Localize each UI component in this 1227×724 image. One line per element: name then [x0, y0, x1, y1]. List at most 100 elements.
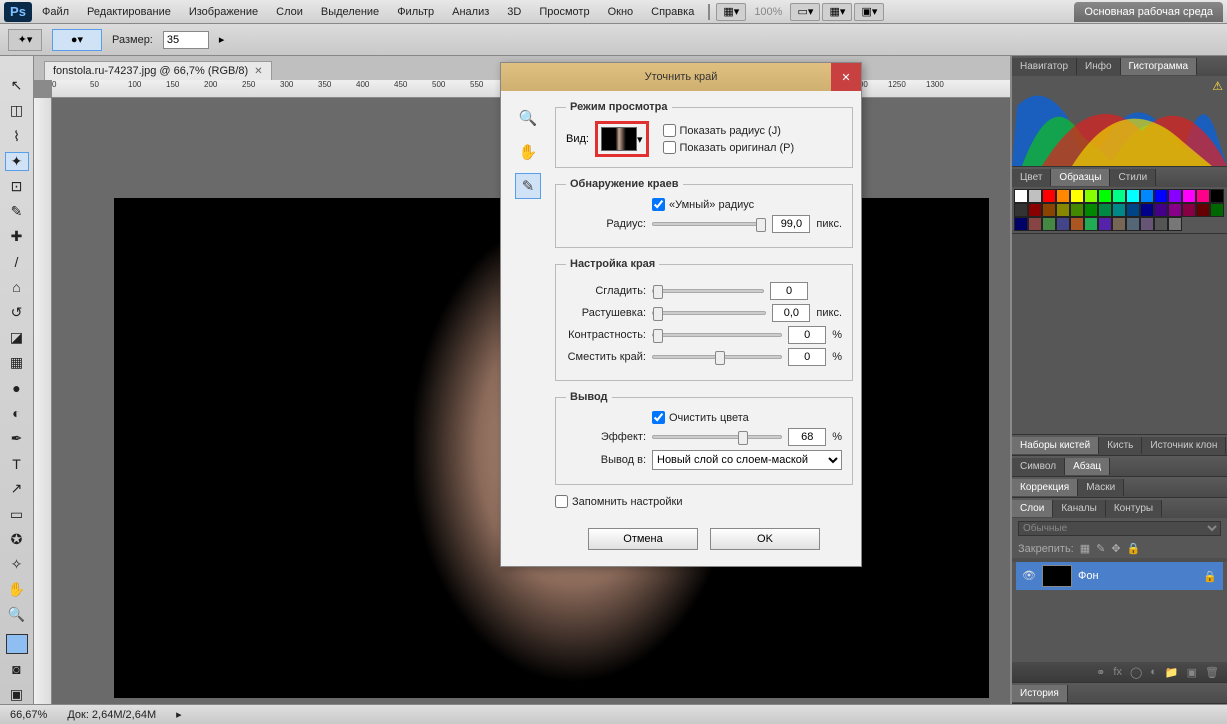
stamp-tool-icon[interactable]: ⌂ [5, 278, 29, 297]
layer-visibility-icon[interactable]: 👁 [1022, 569, 1036, 583]
move-tool-icon[interactable]: ↖ [5, 76, 29, 95]
menu-edit[interactable]: Редактирование [79, 3, 179, 21]
crop-tool-icon[interactable]: ⊡ [5, 177, 29, 196]
swatch[interactable] [1014, 217, 1028, 231]
tab-color[interactable]: Цвет [1012, 169, 1051, 186]
shape-tool-icon[interactable]: ▭ [5, 504, 29, 523]
swatch[interactable] [1098, 217, 1112, 231]
launch-bridge-icon[interactable]: ▦▾ [716, 3, 746, 21]
workspace-switcher[interactable]: Основная рабочая среда [1074, 2, 1223, 22]
swatch[interactable] [1042, 203, 1056, 217]
tab-paragraph[interactable]: Абзац [1065, 458, 1110, 475]
quick-mask-icon[interactable]: ◙ [5, 660, 29, 679]
layer-thumbnail[interactable] [1042, 565, 1072, 587]
hand-dialog-icon[interactable]: ✋ [515, 139, 541, 165]
tab-adjustments[interactable]: Коррекция [1012, 479, 1078, 496]
view-preview-thumb[interactable] [601, 127, 637, 151]
menu-3d[interactable]: 3D [499, 3, 529, 21]
menu-filter[interactable]: Фильтр [389, 3, 442, 21]
swatch[interactable] [1112, 217, 1126, 231]
swatch[interactable] [1182, 203, 1196, 217]
menu-window[interactable]: Окно [600, 3, 642, 21]
menu-layer[interactable]: Слои [268, 3, 311, 21]
tab-histogram[interactable]: Гистограмма [1121, 58, 1198, 75]
dialog-close-button[interactable]: ✕ [831, 63, 861, 91]
blend-mode-select[interactable]: Обычные [1018, 521, 1221, 536]
dodge-tool-icon[interactable]: ◐ [5, 404, 29, 423]
swatch[interactable] [1154, 203, 1168, 217]
amount-input[interactable] [788, 428, 826, 446]
menu-image[interactable]: Изображение [181, 3, 266, 21]
radius-input[interactable] [772, 215, 810, 233]
refine-brush-dialog-icon[interactable]: ✎ [515, 173, 541, 199]
menu-select[interactable]: Выделение [313, 3, 387, 21]
swatch[interactable] [1084, 189, 1098, 203]
current-tool-icon[interactable]: ✦▾ [8, 29, 42, 51]
swatch[interactable] [1028, 189, 1042, 203]
adjustment-layer-icon[interactable]: ◐ [1150, 666, 1157, 678]
feather-slider[interactable] [652, 311, 766, 315]
tab-styles[interactable]: Стили [1110, 169, 1156, 186]
lasso-tool-icon[interactable]: ⌇ [5, 126, 29, 145]
tab-layers[interactable]: Слои [1012, 500, 1053, 517]
output-to-select[interactable]: Новый слой со слоем-маской [652, 450, 842, 470]
dialog-titlebar[interactable]: Уточнить край ✕ [501, 63, 861, 91]
contrast-input[interactable] [788, 326, 826, 344]
type-tool-icon[interactable]: T [5, 454, 29, 473]
swatch[interactable] [1028, 203, 1042, 217]
tab-swatches[interactable]: Образцы [1051, 169, 1110, 186]
show-original-checkbox[interactable]: Показать оригинал (P) [663, 141, 795, 154]
tab-character[interactable]: Символ [1012, 458, 1065, 475]
swatch[interactable] [1084, 203, 1098, 217]
swatch[interactable] [1070, 189, 1084, 203]
eyedropper-tool-icon[interactable]: ✎ [5, 202, 29, 221]
swatch[interactable] [1056, 203, 1070, 217]
tab-navigator[interactable]: Навигатор [1012, 58, 1077, 75]
histogram-warning-icon[interactable]: ⚠ [1212, 79, 1223, 93]
lock-position-icon[interactable]: ✥ [1111, 542, 1120, 555]
document-tab[interactable]: fonstola.ru-74237.jpg @ 66,7% (RGB/8) ✕ [44, 61, 272, 80]
swatch[interactable] [1084, 217, 1098, 231]
swatch[interactable] [1140, 189, 1154, 203]
delete-layer-icon[interactable]: 🗑 [1205, 666, 1219, 679]
decontaminate-checkbox[interactable]: Очистить цвета [652, 411, 842, 424]
swatch[interactable] [1210, 203, 1224, 217]
view-dropdown-icon[interactable]: ▾ [637, 133, 643, 146]
brush-tool-icon[interactable]: / [5, 252, 29, 271]
tab-brush[interactable]: Кисть [1099, 437, 1142, 454]
contrast-slider[interactable] [652, 333, 782, 337]
tab-history[interactable]: История [1012, 685, 1068, 702]
swatch[interactable] [1070, 203, 1084, 217]
gradient-tool-icon[interactable]: ▦ [5, 353, 29, 372]
close-tab-icon[interactable]: ✕ [254, 66, 262, 77]
path-select-tool-icon[interactable]: ↗ [5, 479, 29, 498]
zoom-tool-icon[interactable]: 🔍 [5, 605, 29, 624]
swatch[interactable] [1210, 189, 1224, 203]
size-input[interactable] [163, 31, 209, 49]
swatch[interactable] [1056, 189, 1070, 203]
eraser-tool-icon[interactable]: ◪ [5, 328, 29, 347]
3d-camera-tool-icon[interactable]: ✧ [5, 555, 29, 574]
swatch[interactable] [1126, 203, 1140, 217]
screen-mode-tool-icon[interactable]: ▣ [5, 685, 29, 704]
new-layer-icon[interactable]: ▣ [1187, 666, 1197, 679]
status-zoom[interactable]: 66,67% [10, 709, 47, 721]
swatch[interactable] [1168, 217, 1182, 231]
cancel-button[interactable]: Отмена [588, 528, 698, 550]
shift-edge-slider[interactable] [652, 355, 782, 359]
swatch[interactable] [1168, 203, 1182, 217]
swatch[interactable] [1056, 217, 1070, 231]
pen-tool-icon[interactable]: ✒ [5, 429, 29, 448]
size-stepper-icon[interactable]: ▸ [219, 33, 225, 46]
swatch[interactable] [1098, 203, 1112, 217]
swatch[interactable] [1042, 189, 1056, 203]
lock-pixels-icon[interactable]: ▦ [1080, 542, 1090, 555]
arrange-docs-icon[interactable]: ▦▾ [822, 3, 852, 21]
screen-mode-icon[interactable]: ▭▾ [790, 3, 820, 21]
status-arrow-icon[interactable]: ▸ [176, 708, 182, 721]
radius-slider[interactable] [652, 222, 766, 226]
swatch[interactable] [1014, 189, 1028, 203]
tab-clone-source[interactable]: Источник клон [1142, 437, 1226, 454]
swatch[interactable] [1140, 203, 1154, 217]
swatch[interactable] [1140, 217, 1154, 231]
